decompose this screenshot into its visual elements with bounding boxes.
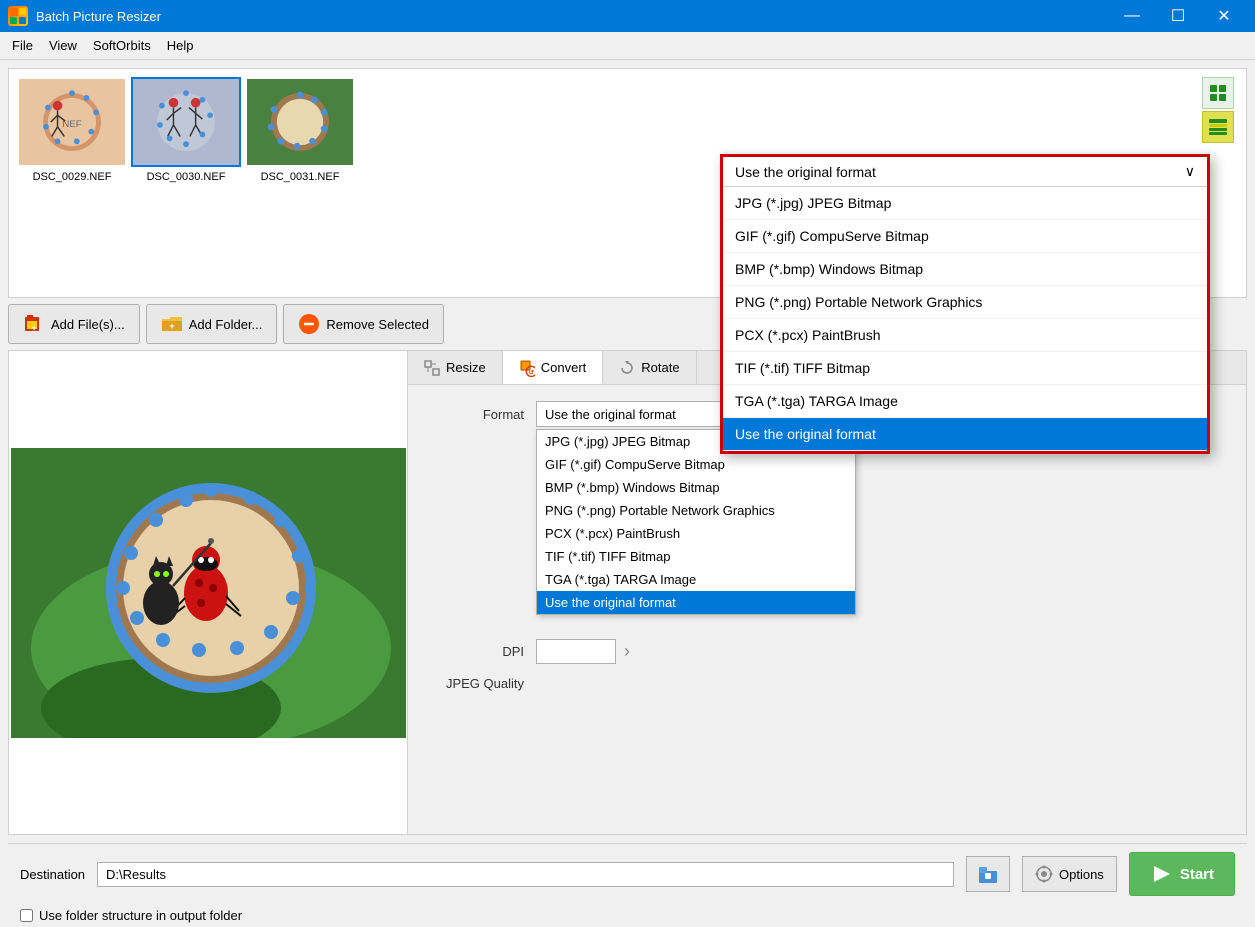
svg-text:+: +: [169, 321, 174, 331]
menu-view[interactable]: View: [41, 34, 85, 57]
large-dd-header-label: Use the original format: [735, 164, 876, 180]
dpi-label: DPI: [424, 644, 524, 659]
preview-area: [8, 350, 408, 835]
jpeg-quality-row: JPEG Quality: [424, 676, 1230, 691]
folder-structure-row: Use folder structure in output folder: [8, 904, 1247, 927]
resize-tab-icon: [424, 360, 440, 376]
options-label: Options: [1059, 867, 1104, 882]
add-files-icon: +: [23, 313, 45, 335]
tab-rotate[interactable]: Rotate: [603, 351, 696, 384]
large-dd-arrow: ∨: [1185, 163, 1195, 180]
tab-resize-label: Resize: [446, 360, 486, 375]
tab-convert[interactable]: ↺ Convert: [503, 351, 604, 384]
main-content: NEF: [0, 60, 1255, 843]
menu-softorbits[interactable]: SoftOrbits: [85, 34, 159, 57]
dpi-arrow: ›: [624, 641, 630, 662]
large-dd-item-0[interactable]: JPG (*.jpg) JPEG Bitmap: [723, 187, 1207, 220]
large-dd-item-4[interactable]: PCX (*.pcx) PaintBrush: [723, 319, 1207, 352]
large-dd-item-6[interactable]: TGA (*.tga) TARGA Image: [723, 385, 1207, 418]
dd-item-6[interactable]: TGA (*.tga) TARGA Image: [537, 568, 855, 591]
small-dropdown-list[interactable]: JPG (*.jpg) JPEG Bitmap GIF (*.gif) Comp…: [536, 429, 856, 615]
browse-button[interactable]: [966, 856, 1010, 892]
large-dropdown-header[interactable]: Use the original format ∨: [723, 157, 1207, 187]
svg-text:+: +: [31, 323, 36, 333]
maximize-button[interactable]: ☐: [1155, 0, 1201, 32]
image-thumb-2[interactable]: DSC_0031.NEF: [245, 77, 355, 183]
menu-bar: File View SoftOrbits Help: [0, 32, 1255, 60]
dd-item-5[interactable]: TIF (*.tif) TIFF Bitmap: [537, 545, 855, 568]
app-icon: [8, 6, 28, 26]
close-button[interactable]: ✕: [1201, 0, 1247, 32]
convert-tab-icon: ↺: [519, 359, 535, 375]
image-thumb-1[interactable]: DSC_0030.NEF: [131, 77, 241, 183]
dd-item-1[interactable]: GIF (*.gif) CompuServe Bitmap: [537, 453, 855, 476]
large-dropdown-overlay: Use the original format ∨ JPG (*.jpg) JP…: [720, 154, 1210, 454]
add-files-label: Add File(s)...: [51, 317, 125, 332]
remove-selected-label: Remove Selected: [326, 317, 429, 332]
dpi-field: ›: [536, 639, 630, 664]
add-folder-button[interactable]: + Add Folder...: [146, 304, 278, 344]
dd-item-2[interactable]: BMP (*.bmp) Windows Bitmap: [537, 476, 855, 499]
add-folder-icon: +: [161, 313, 183, 335]
view-table-btn[interactable]: [1202, 111, 1234, 143]
options-button[interactable]: Options: [1022, 856, 1117, 892]
menu-help[interactable]: Help: [159, 34, 202, 57]
svg-text:↺: ↺: [528, 369, 534, 376]
title-bar-controls: — ☐ ✕: [1109, 0, 1247, 32]
image-thumb-0[interactable]: NEF: [17, 77, 127, 183]
folder-structure-checkbox[interactable]: [20, 909, 33, 922]
remove-icon: [298, 313, 320, 335]
menu-file[interactable]: File: [4, 34, 41, 57]
tab-resize[interactable]: Resize: [408, 351, 503, 384]
destination-input[interactable]: [97, 862, 954, 887]
tab-convert-label: Convert: [541, 360, 587, 375]
folder-structure-label: Use folder structure in output folder: [39, 908, 242, 923]
format-label: Format: [424, 407, 524, 422]
remove-selected-button[interactable]: Remove Selected: [283, 304, 444, 344]
format-selected-value: Use the original format: [545, 407, 676, 422]
large-dd-item-2[interactable]: BMP (*.bmp) Windows Bitmap: [723, 253, 1207, 286]
tab-rotate-label: Rotate: [641, 360, 679, 375]
add-files-button[interactable]: + Add File(s)...: [8, 304, 140, 344]
start-button[interactable]: Start: [1129, 852, 1235, 896]
bottom-bar: Destination Options Start: [8, 843, 1247, 904]
destination-label: Destination: [20, 867, 85, 882]
dpi-row: DPI ›: [424, 639, 1230, 664]
title-bar-left: Batch Picture Resizer: [8, 6, 161, 26]
add-folder-label: Add Folder...: [189, 317, 263, 332]
large-dd-item-1[interactable]: GIF (*.gif) CompuServe Bitmap: [723, 220, 1207, 253]
dpi-input[interactable]: [536, 639, 616, 664]
dd-item-4[interactable]: PCX (*.pcx) PaintBrush: [537, 522, 855, 545]
title-bar: Batch Picture Resizer — ☐ ✕: [0, 0, 1255, 32]
thumb-label-2: DSC_0031.NEF: [261, 171, 340, 183]
minimize-button[interactable]: —: [1109, 0, 1155, 32]
large-dd-item-7[interactable]: Use the original format: [723, 418, 1207, 451]
thumb-label-1: DSC_0030.NEF: [147, 171, 226, 183]
large-dd-item-5[interactable]: TIF (*.tif) TIFF Bitmap: [723, 352, 1207, 385]
thumb-label-0: DSC_0029.NEF: [33, 171, 112, 183]
dd-item-3[interactable]: PNG (*.png) Portable Network Graphics: [537, 499, 855, 522]
start-label: Start: [1180, 866, 1214, 883]
dd-item-7[interactable]: Use the original format: [537, 591, 855, 614]
app-title: Batch Picture Resizer: [36, 9, 161, 24]
bottom-section: Destination Options Start: [0, 843, 1255, 927]
jpeg-quality-label: JPEG Quality: [424, 676, 524, 691]
sidebar-right-icons: [1202, 77, 1234, 143]
large-dd-item-3[interactable]: PNG (*.png) Portable Network Graphics: [723, 286, 1207, 319]
view-grid-btn[interactable]: [1202, 77, 1234, 109]
rotate-tab-icon: [619, 360, 635, 376]
